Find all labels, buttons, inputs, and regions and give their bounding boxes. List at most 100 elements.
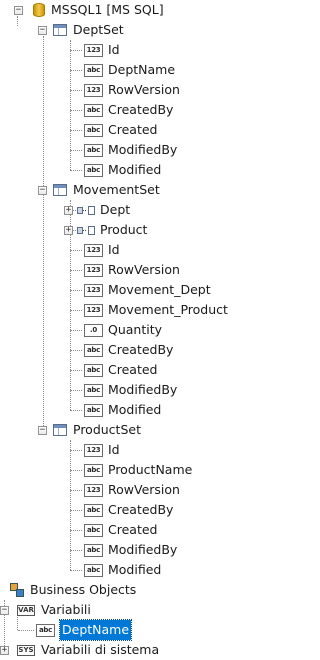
string-type-icon: abc — [84, 103, 103, 117]
tree-guide-line — [70, 310, 82, 311]
field-node[interactable]: abc Created — [84, 520, 157, 540]
string-type-icon: abc — [84, 523, 103, 537]
field-label: Created — [108, 362, 158, 377]
field-node[interactable]: 123 RowVersion — [84, 260, 180, 280]
tree-guide-line — [70, 290, 82, 291]
integer-type-icon: 123 — [84, 283, 103, 297]
collapse-toggle-icon[interactable]: − — [38, 185, 47, 195]
collapse-toggle-icon[interactable]: − — [38, 425, 47, 435]
table-node[interactable]: − ProductSet — [38, 420, 141, 440]
table-node[interactable]: − DeptSet — [38, 20, 124, 40]
table-node[interactable]: − MovementSet — [38, 180, 160, 200]
tree-guide-line — [70, 490, 82, 491]
business-objects-label: Business Objects — [30, 582, 137, 597]
collapse-toggle-icon[interactable]: − — [0, 605, 9, 615]
field-node[interactable]: 123 Id — [84, 40, 120, 60]
string-type-icon: abc — [84, 463, 103, 477]
tree-guide-line — [70, 130, 82, 131]
tree-guide-line — [70, 510, 82, 511]
field-label: ProductName — [108, 462, 193, 477]
field-node[interactable]: 123 Id — [84, 440, 120, 460]
integer-type-icon: 123 — [84, 43, 103, 57]
field-node[interactable]: abc Created — [84, 360, 157, 380]
field-node[interactable]: 123 Movement_Product — [84, 300, 228, 320]
field-node[interactable]: .0 Quantity — [84, 320, 162, 340]
tree-guide-line — [70, 410, 82, 411]
field-label: Id — [108, 442, 120, 457]
tree-guide-line — [70, 370, 82, 371]
integer-type-icon: 123 — [84, 443, 103, 457]
connection-node[interactable]: − MSSQL1 [MS SQL] — [0, 0, 164, 20]
expand-toggle-icon[interactable]: + — [64, 225, 73, 235]
field-label: Movement_Product — [108, 302, 228, 317]
integer-type-icon: 123 — [84, 483, 103, 497]
field-node[interactable]: abc ProductName — [84, 460, 192, 480]
tree-guide-line — [70, 170, 82, 171]
field-node[interactable]: 123 RowVersion — [84, 80, 180, 100]
field-label: ModifiedBy — [108, 382, 178, 397]
relation-icon — [77, 225, 95, 235]
field-node[interactable]: abc CreatedBy — [84, 500, 173, 520]
field-node[interactable]: 123 Id — [84, 240, 120, 260]
field-label: DeptName — [108, 62, 176, 77]
field-label: Created — [108, 122, 158, 137]
string-type-icon: abc — [84, 63, 103, 77]
field-label: Modified — [108, 402, 162, 417]
field-node[interactable]: abc Modified — [84, 560, 161, 580]
field-node[interactable]: abc ModifiedBy — [84, 140, 177, 160]
tree-guide-line — [70, 70, 82, 71]
field-node[interactable]: abc Modified — [84, 160, 161, 180]
tree-guide-line — [70, 390, 82, 391]
string-type-icon: abc — [84, 563, 103, 577]
field-label: ModifiedBy — [108, 142, 178, 157]
string-type-icon: abc — [84, 363, 103, 377]
field-node[interactable]: abc ModifiedBy — [84, 380, 177, 400]
table-icon — [53, 424, 67, 436]
field-node[interactable]: abc CreatedBy — [84, 340, 173, 360]
tree-guide-line — [70, 550, 82, 551]
business-objects-icon — [10, 583, 24, 597]
field-label: RowVersion — [108, 262, 180, 277]
collapse-toggle-icon[interactable]: − — [14, 5, 23, 15]
field-node[interactable]: abc DeptName — [84, 60, 175, 80]
field-label: Modified — [108, 162, 162, 177]
field-node[interactable]: 123 RowVersion — [84, 480, 180, 500]
field-node[interactable]: abc Created — [84, 120, 157, 140]
field-label: Movement_Dept — [108, 282, 211, 297]
data-dictionary-tree[interactable]: − MSSQL1 [MS SQL] Business Objects − VAR… — [0, 0, 269, 657]
string-type-icon: abc — [84, 503, 103, 517]
field-node[interactable]: abc ModifiedBy — [84, 540, 177, 560]
string-type-icon: abc — [36, 623, 55, 637]
field-label: CreatedBy — [108, 102, 174, 117]
field-label: CreatedBy — [108, 342, 174, 357]
relation-node[interactable]: + Product — [64, 220, 147, 240]
field-node[interactable]: abc CreatedBy — [84, 100, 173, 120]
relation-label: Dept — [100, 202, 131, 217]
variables-icon: VAR — [17, 604, 35, 616]
variables-label: Variabili — [41, 602, 91, 617]
variables-node[interactable]: − VAR Variabili — [0, 600, 91, 620]
field-label: Id — [108, 242, 120, 257]
table-icon — [53, 24, 67, 36]
system-variables-node[interactable]: + SYS Variabili di sistema — [0, 640, 159, 660]
connection-label: MSSQL1 [MS SQL] — [51, 2, 164, 17]
tree-guide-line — [70, 50, 82, 51]
decimal-type-icon: .0 — [84, 323, 103, 337]
expand-toggle-icon[interactable]: + — [64, 205, 73, 215]
variable-item[interactable]: abc DeptName — [36, 619, 133, 641]
string-type-icon: abc — [84, 403, 103, 417]
field-node[interactable]: abc Modified — [84, 400, 161, 420]
business-objects-node[interactable]: Business Objects — [10, 580, 136, 600]
expand-toggle-icon[interactable]: + — [0, 645, 9, 655]
collapse-toggle-icon[interactable]: − — [38, 25, 47, 35]
variable-item-label: DeptName — [58, 619, 133, 641]
tree-guide-line — [70, 570, 82, 571]
table-icon — [53, 184, 67, 196]
tree-guide-line — [18, 630, 34, 631]
string-type-icon: abc — [84, 383, 103, 397]
table-label: DeptSet — [73, 22, 124, 37]
field-node[interactable]: 123 Movement_Dept — [84, 280, 211, 300]
tree-guide-line — [70, 90, 82, 91]
integer-type-icon: 123 — [84, 303, 103, 317]
relation-node[interactable]: + Dept — [64, 200, 130, 220]
